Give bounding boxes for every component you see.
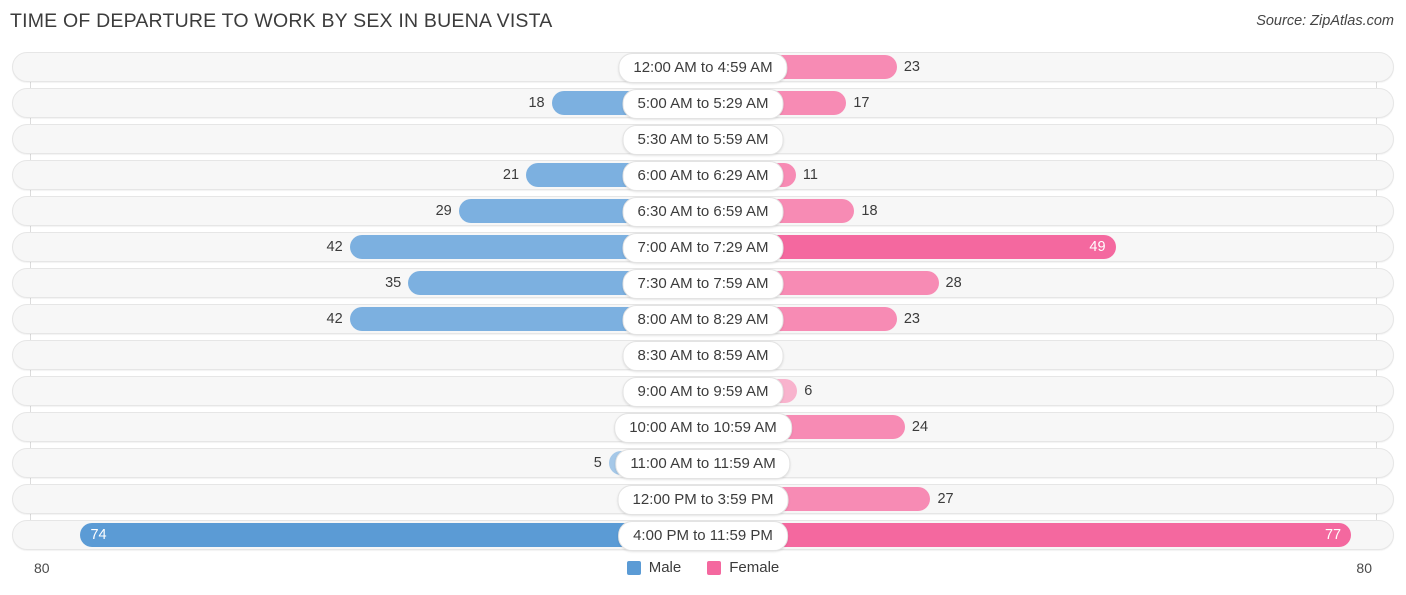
male-half: 18	[30, 91, 703, 115]
legend-swatch-icon	[707, 560, 722, 575]
female-half: 11	[703, 163, 1376, 187]
male-half: 74	[30, 523, 703, 547]
category-label: 6:30 AM to 6:59 AM	[622, 197, 784, 227]
legend-item-male[interactable]: Male	[626, 559, 682, 576]
chart-row: 74 77 4:00 PM to 11:59 PM	[0, 520, 1406, 551]
male-half: 42	[30, 307, 703, 331]
category-label: 12:00 PM to 3:59 PM	[617, 485, 789, 515]
female-half: 23	[703, 55, 1376, 79]
category-label: 11:00 AM to 11:59 AM	[615, 449, 791, 479]
male-half: 0	[30, 379, 703, 403]
female-half: 17	[703, 91, 1376, 115]
male-half: 5	[30, 451, 703, 475]
male-half: 29	[30, 199, 703, 223]
male-value-label: 42	[326, 239, 343, 255]
male-half: 21	[30, 163, 703, 187]
female-half: 27	[703, 487, 1376, 511]
male-half: 0	[30, 127, 703, 151]
chart-footer: 80 80 Male Female	[0, 556, 1406, 586]
female-half: 77	[703, 523, 1376, 547]
male-half: 42	[30, 235, 703, 259]
category-label: 5:00 AM to 5:29 AM	[622, 89, 784, 119]
male-half: 0	[30, 487, 703, 511]
category-label: 10:00 AM to 10:59 AM	[614, 413, 792, 443]
female-value-label: 17	[853, 95, 870, 111]
male-value-label: 21	[502, 167, 520, 183]
female-half: 23	[703, 307, 1376, 331]
female-bar[interactable]: 77	[703, 523, 1352, 547]
female-value-label: 23	[903, 59, 920, 75]
chart-row: 35 28 7:30 AM to 7:59 AM	[0, 268, 1406, 299]
female-value-label: 28	[945, 275, 962, 291]
female-value-label: 11	[802, 167, 818, 183]
chart-row: 0 6 9:00 AM to 9:59 AM	[0, 376, 1406, 407]
male-value-label: 74	[90, 527, 107, 543]
page-title: TIME OF DEPARTURE TO WORK BY SEX IN BUEN…	[10, 10, 553, 32]
category-label: 6:00 AM to 6:29 AM	[622, 161, 784, 191]
chart-row: 005:30 AM to 5:59 AM	[0, 124, 1406, 155]
female-value-label: 27	[937, 491, 954, 507]
female-value-label: 77	[1324, 527, 1342, 543]
female-half: 6	[703, 379, 1376, 403]
legend-label: Male	[648, 559, 682, 576]
category-label: 12:00 AM to 4:59 AM	[618, 53, 788, 83]
female-value-label: 24	[911, 419, 929, 435]
male-value-label: 5	[593, 455, 602, 471]
chart-row: 0 24 10:00 AM to 10:59 AM	[0, 412, 1406, 443]
legend-label: Female	[729, 559, 780, 576]
chart-row: 8 23 12:00 AM to 4:59 AM	[0, 52, 1406, 83]
female-half: 49	[703, 235, 1376, 259]
female-value-label: 6	[804, 383, 813, 399]
chart-plot-area: 8 23 12:00 AM to 4:59 AM 18 17 5:00 AM to 5:2…	[0, 52, 1406, 551]
category-label: 4:00 PM to 11:59 PM	[618, 521, 788, 551]
chart-row: 42 23 8:00 AM to 8:29 AM	[0, 304, 1406, 335]
chart-legend: Male Female	[0, 559, 1406, 576]
female-half: 0	[703, 127, 1376, 151]
male-value-label: 18	[528, 95, 545, 111]
male-half: 0	[30, 415, 703, 439]
category-label: 8:00 AM to 8:29 AM	[622, 305, 784, 335]
chart-row: 0 27 12:00 PM to 3:59 PM	[0, 484, 1406, 515]
chart-row: 18 17 5:00 AM to 5:29 AM	[0, 88, 1406, 119]
chart-header: TIME OF DEPARTURE TO WORK BY SEX IN BUEN…	[0, 0, 1406, 44]
female-half: 18	[703, 199, 1376, 223]
female-half: 0	[703, 451, 1376, 475]
chart-row: 008:30 AM to 8:59 AM	[0, 340, 1406, 371]
female-half: 24	[703, 415, 1376, 439]
category-label: 9:00 AM to 9:59 AM	[622, 377, 784, 407]
category-label: 8:30 AM to 8:59 AM	[622, 341, 784, 371]
chart-row: 5 011:00 AM to 11:59 AM	[0, 448, 1406, 479]
male-bar[interactable]: 74	[80, 523, 703, 547]
chart-row: 21 11 6:00 AM to 6:29 AM	[0, 160, 1406, 191]
male-half: 0	[30, 343, 703, 367]
legend-item-female[interactable]: Female	[707, 559, 779, 576]
female-value-label: 49	[1089, 239, 1106, 255]
male-value-label: 35	[385, 275, 402, 291]
category-label: 5:30 AM to 5:59 AM	[622, 125, 784, 155]
male-half: 8	[30, 55, 703, 79]
female-half: 0	[703, 343, 1376, 367]
source-attribution: Source: ZipAtlas.com	[1256, 13, 1394, 29]
chart-row: 29 18 6:30 AM to 6:59 AM	[0, 196, 1406, 227]
male-half: 35	[30, 271, 703, 295]
category-label: 7:00 AM to 7:29 AM	[622, 233, 784, 263]
female-value-label: 18	[861, 203, 878, 219]
male-value-label: 29	[435, 203, 452, 219]
chart-row: 42 49 7:00 AM to 7:29 AM	[0, 232, 1406, 263]
female-value-label: 23	[903, 311, 920, 327]
female-half: 28	[703, 271, 1376, 295]
male-value-label: 42	[326, 311, 343, 327]
legend-swatch-icon	[626, 560, 641, 575]
category-label: 7:30 AM to 7:59 AM	[622, 269, 784, 299]
